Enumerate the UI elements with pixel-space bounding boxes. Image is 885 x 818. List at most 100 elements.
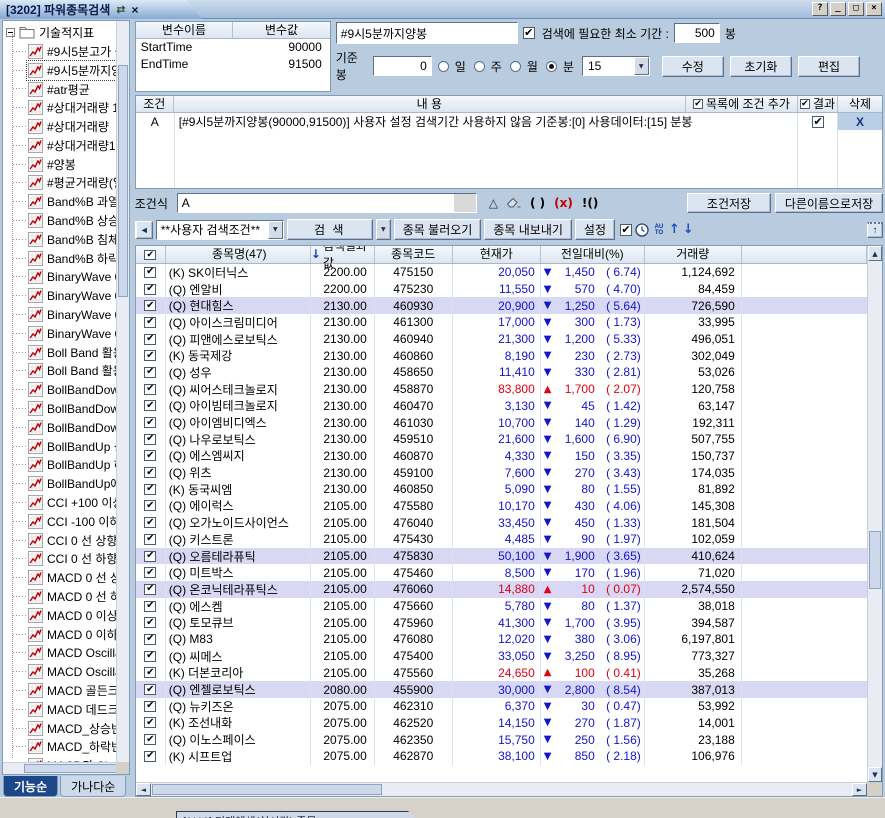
row-checkbox[interactable]: ✔	[136, 614, 166, 631]
sidebar-item[interactable]: BollBandUp 상향돌파	[3, 437, 116, 456]
radio-week[interactable]	[474, 61, 485, 72]
save-as-button[interactable]: 다른이름으로저장	[775, 193, 883, 213]
scrollbar-thumb[interactable]	[152, 784, 382, 795]
row-checkbox[interactable]: ✔	[136, 631, 166, 648]
sidebar-item[interactable]: CCI 0 선 하향이탈	[3, 550, 116, 569]
reset-button[interactable]: 초기화	[730, 56, 792, 77]
sidebar-item[interactable]: CCI 0 선 상향돌파	[3, 531, 116, 550]
condition-row[interactable]: A [#9시5분까지양봉(90000,91500)] 사용자 설정 검색기간 사…	[136, 113, 882, 130]
row-checkbox[interactable]: ✔	[136, 531, 166, 548]
row-checkbox[interactable]: ✔	[136, 498, 166, 515]
sidebar-item[interactable]: BollBandDown 하향이	[3, 399, 116, 418]
scrollbar-thumb[interactable]	[869, 531, 881, 589]
row-checkbox[interactable]: ✔	[136, 665, 166, 682]
row-checkbox[interactable]: ✔	[136, 598, 166, 615]
sidebar-item[interactable]: CCI -100 이하	[3, 512, 116, 531]
row-checkbox[interactable]: ✔	[136, 297, 166, 314]
sidebar-item[interactable]: BinaryWave 0 선 상향	[3, 268, 116, 287]
col-current-price[interactable]: 현재가	[453, 246, 541, 263]
table-row[interactable]: ✔ (Q) 오름테라퓨틱 2105.00 475830 50,100 ▼ ▲ 1…	[136, 548, 867, 565]
row-checkbox[interactable]: ✔	[136, 431, 166, 448]
sidebar-item[interactable]: BollBandDown 상향돌	[3, 380, 116, 399]
sidebar-item[interactable]: MACD 0 이하	[3, 625, 116, 644]
table-row[interactable]: ✔ (Q) 이노스페이스 2075.00 462350 15,750 ▼ ▲ 2…	[136, 731, 867, 748]
clock-icon[interactable]	[635, 223, 649, 237]
table-row[interactable]: ✔ (Q) M83 2105.00 476080 12,020 ▼ ▲ 380 …	[136, 631, 867, 648]
results-horizontal-scrollbar[interactable]: ◄ ►	[136, 782, 867, 796]
col-result[interactable]: ✔결과	[798, 96, 838, 112]
paren-tool-icon[interactable]: ( )	[530, 196, 545, 210]
col-search-result[interactable]: ↓검색결과값	[311, 246, 375, 263]
modify-button[interactable]: 수정	[662, 56, 724, 77]
table-row[interactable]: ✔ (Q) 아이엠비디엑스 2130.00 461030 10,700 ▼ ▲ …	[136, 414, 867, 431]
settings-button[interactable]: 설정	[575, 219, 615, 240]
table-row[interactable]: ✔ (Q) 씨어스테크놀로지 2130.00 458870 83,800 ▼ ▲…	[136, 381, 867, 398]
table-row[interactable]: ✔ (Q) 에스켐 2105.00 475660 5,780 ▼ ▲ 80 ( …	[136, 598, 867, 615]
table-row[interactable]: ✔ (Q) 위츠 2130.00 459100 7,600 ▼ ▲ 270 ( …	[136, 464, 867, 481]
save-condition-button[interactable]: 조건저장	[687, 193, 771, 213]
sidebar-item[interactable]: BollBandUp 하향이탈	[3, 456, 116, 475]
table-row[interactable]: ✔ (K) 동국제강 2130.00 460860 8,190 ▼ ▲ 230 …	[136, 347, 867, 364]
condition-delete-button[interactable]: X	[838, 113, 882, 130]
realtime-checkbox[interactable]: ✔	[620, 224, 632, 236]
scroll-right-icon[interactable]: ►	[852, 783, 867, 796]
table-row[interactable]: ✔ (Q) 아이빔테크놀로지 2130.00 460470 3,130 ▼ ▲ …	[136, 398, 867, 415]
table-row[interactable]: ✔ (Q) 성우 2130.00 458650 11,410 ▼ ▲ 330 (…	[136, 364, 867, 381]
sidebar-item[interactable]: MACD 데드크로스	[3, 700, 116, 719]
row-checkbox[interactable]: ✔	[136, 681, 166, 698]
row-checkbox[interactable]: ✔	[136, 715, 166, 732]
table-row[interactable]: ✔ (Q) 씨메스 2105.00 475400 33,050 ▼ ▲ 3,25…	[136, 648, 867, 665]
table-row[interactable]: ✔ (Q) 뉴키즈온 2075.00 462310 6,370 ▼ ▲ 30 (…	[136, 698, 867, 715]
scroll-down-icon[interactable]: ▼	[868, 767, 882, 782]
row-checkbox[interactable]: ✔	[136, 364, 166, 381]
base-bar-input[interactable]: 0	[373, 56, 432, 76]
col-change[interactable]: 전일대비(%)	[541, 246, 645, 263]
sidebar-item[interactable]: BinaryWave 0선 하향	[3, 324, 116, 343]
edit-button[interactable]: 편집	[798, 56, 860, 77]
background-window-title[interactable]: [1110] 미래에셋(실시간) 종목	[176, 811, 426, 818]
interval-select[interactable]: 15 ▼	[582, 56, 650, 76]
row-checkbox[interactable]: ✔	[136, 347, 166, 364]
tab-alphabetical-order[interactable]: 가나다순	[60, 776, 126, 797]
table-row[interactable]: ✔ (Q) 엔젤로보틱스 2080.00 455900 30,000 ▼ ▲ 2…	[136, 681, 867, 698]
row-checkbox[interactable]: ✔	[136, 648, 166, 665]
row-checkbox[interactable]: ✔	[136, 548, 166, 565]
search-options-icon[interactable]: ▼	[376, 219, 391, 240]
row-checkbox[interactable]: ✔	[136, 448, 166, 465]
eraser-icon[interactable]	[507, 198, 521, 208]
col-add-to-list[interactable]: ✔목록에 조건 추가	[686, 96, 798, 112]
move-down-icon[interactable]: ↓	[683, 222, 694, 237]
table-row[interactable]: ✔ (Q) 온코닉테라퓨틱스 2105.00 476060 14,880 ▼ ▲…	[136, 581, 867, 598]
not-paren-tool-icon[interactable]: !()	[582, 196, 598, 210]
row-checkbox[interactable]: ✔	[136, 464, 166, 481]
radio-month[interactable]	[510, 61, 521, 72]
export-stocks-button[interactable]: 종목 내보내기	[484, 219, 572, 240]
condition-result-checkbox[interactable]: ✔	[798, 116, 838, 128]
sidebar-item[interactable]: CCI +100 이상	[3, 493, 116, 512]
row-checkbox[interactable]: ✔	[136, 481, 166, 498]
row-checkbox[interactable]: ✔	[136, 748, 166, 765]
remove-paren-tool-icon[interactable]: (x)	[554, 196, 573, 210]
row-checkbox[interactable]: ✔	[136, 698, 166, 715]
radio-minute[interactable]	[546, 61, 557, 72]
auto-icon[interactable]: AUTO	[652, 224, 666, 236]
table-row[interactable]: ✔ (Q) 아이스크림미디어 2130.00 461300 17,000 ▼ ▲…	[136, 314, 867, 331]
sidebar-item[interactable]: #atr평균	[3, 80, 116, 99]
sidebar-item[interactable]: #평균거래량(일,주수)	[3, 174, 116, 193]
formula-input[interactable]: A	[177, 193, 477, 213]
row-checkbox[interactable]: ✔	[136, 414, 166, 431]
min-period-checkbox[interactable]: ✔	[523, 27, 535, 39]
condition-name-input[interactable]: #9시5분까지양봉	[336, 22, 518, 44]
row-checkbox[interactable]: ✔	[136, 281, 166, 298]
tab-function-order[interactable]: 기능순	[3, 776, 58, 797]
sidebar-item[interactable]: #9시5분까지양봉	[3, 61, 116, 80]
window-title-tab[interactable]: [3202] 파워종목검색 ⇄ ×	[0, 0, 202, 19]
link-icon[interactable]: ⇄	[116, 3, 125, 16]
sidebar-item[interactable]: BollBandDown에 주가	[3, 418, 116, 437]
results-vertical-scrollbar[interactable]: ▲ ▼	[867, 246, 882, 782]
table-row[interactable]: ✔ (Q) 피앤에스로보틱스 2130.00 460940 21,300 ▼ ▲…	[136, 331, 867, 348]
table-row[interactable]: ✔ (Q) 현대힘스 2130.00 460930 20,900 ▼ ▲ 1,2…	[136, 297, 867, 314]
scrollbar-thumb[interactable]	[118, 65, 128, 297]
sidebar-item[interactable]: MACD Oscillator 상향	[3, 644, 116, 663]
panel-up-icon[interactable]: ↑	[867, 222, 883, 238]
